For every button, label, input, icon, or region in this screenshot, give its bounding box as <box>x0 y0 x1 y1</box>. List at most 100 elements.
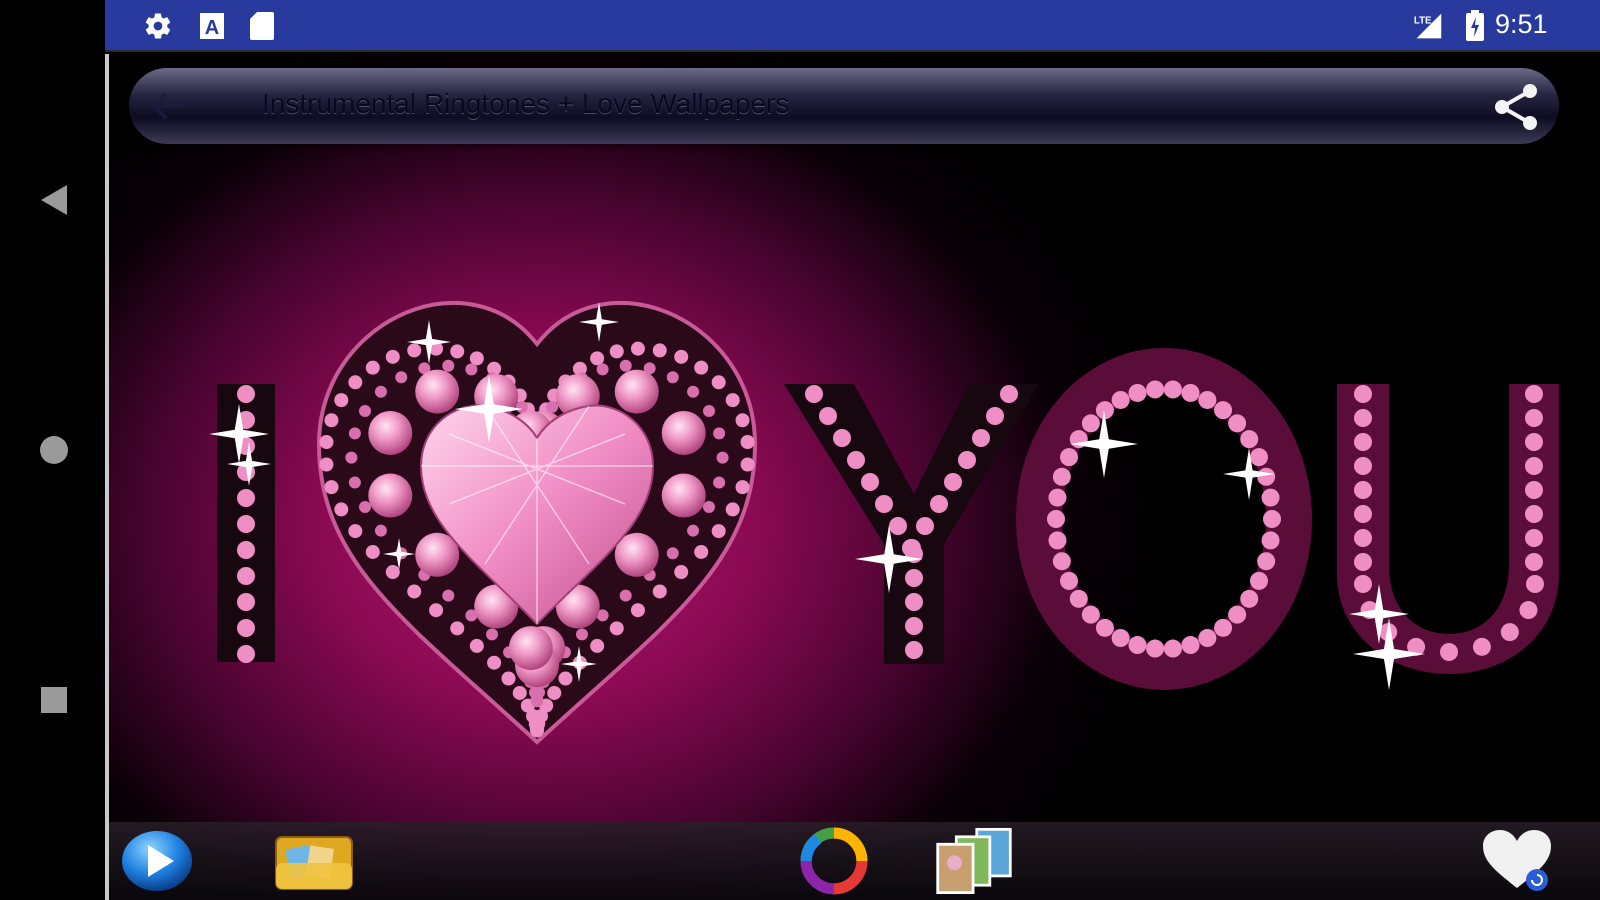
rhinestone <box>415 369 460 414</box>
rhinestone <box>630 603 645 618</box>
rhinestone <box>1261 531 1280 550</box>
rhinestone <box>986 407 1004 425</box>
rhinestone <box>1525 457 1543 475</box>
rhinestone <box>237 619 255 637</box>
gallery-folder-icon[interactable] <box>274 826 354 896</box>
back-triangle-icon[interactable] <box>38 184 70 216</box>
rhinestone <box>450 344 465 359</box>
rhinestone <box>528 686 541 699</box>
rhinestone <box>930 495 948 513</box>
recents-square-icon[interactable] <box>38 684 70 716</box>
rhinestone <box>1354 529 1372 547</box>
rhinestone <box>590 351 605 366</box>
rhinestone <box>652 584 667 599</box>
rhinestone <box>1249 571 1268 590</box>
rhinestone <box>237 567 255 585</box>
rhinestone <box>1081 414 1100 433</box>
love-wallpaper-artwork <box>209 300 1559 745</box>
home-circle-icon[interactable] <box>38 434 70 466</box>
rhinestone <box>450 621 465 636</box>
rhinestone <box>486 628 499 641</box>
letter-i <box>217 384 275 663</box>
rhinestone <box>546 400 559 413</box>
rhinestone <box>359 404 372 417</box>
rhinestone <box>469 351 484 366</box>
rhinestone <box>1257 552 1276 571</box>
rhinestone <box>674 349 689 364</box>
letter-u <box>1337 384 1559 674</box>
rhinestone <box>237 645 255 663</box>
rhinestone <box>558 671 573 686</box>
rhinestone <box>1354 575 1372 593</box>
rhinestone <box>1525 409 1543 427</box>
rhinestone <box>374 524 387 537</box>
rhinestone <box>630 341 645 356</box>
app-bar: Instrumental Ringtones + Love Wallpapers <box>129 68 1559 144</box>
rhinestone <box>319 435 334 450</box>
rhinestone <box>1525 481 1543 499</box>
back-arrow-icon[interactable] <box>151 88 187 124</box>
rhinestone <box>1198 629 1217 648</box>
rhinestone <box>385 349 400 364</box>
rhinestone <box>501 671 516 686</box>
svg-text:A: A <box>205 17 219 39</box>
rhinestone <box>847 451 865 469</box>
rhinestone <box>725 393 740 408</box>
rhinestone <box>590 638 605 653</box>
rhinestone <box>1500 623 1519 642</box>
rhinestone <box>687 524 700 537</box>
rhinestone <box>1525 433 1543 451</box>
rhinestone <box>740 435 755 450</box>
rhinestone <box>596 363 609 376</box>
color-ring-icon[interactable] <box>794 826 874 896</box>
rhinestone <box>365 360 380 375</box>
play-icon[interactable] <box>117 826 197 896</box>
rhinestone <box>1052 467 1071 486</box>
rhinestone <box>819 407 837 425</box>
status-bar: A LTE 9:51 <box>105 0 1600 52</box>
rhinestone <box>512 685 527 700</box>
rhinestone <box>237 385 255 403</box>
rhinestone <box>1095 618 1114 637</box>
diamond-heart <box>316 300 758 745</box>
photos-icon[interactable] <box>934 826 1014 896</box>
rhinestone <box>368 410 413 455</box>
rhinestone <box>1214 618 1233 637</box>
rhinestone <box>1228 605 1247 624</box>
rhinestone <box>237 541 255 559</box>
rhinestone <box>348 476 361 489</box>
rhinestone <box>1198 390 1217 409</box>
sd-card-icon <box>247 11 277 41</box>
rhinestone <box>1128 636 1147 655</box>
rhinestone <box>395 371 408 384</box>
rhinestone <box>515 400 528 413</box>
rhinestone <box>716 451 729 464</box>
rhinestone <box>359 500 372 513</box>
rhinestone <box>1354 385 1372 403</box>
rhinestone <box>972 429 990 447</box>
rhinestone <box>958 451 976 469</box>
rhinestone <box>1525 553 1543 571</box>
rhinestone <box>1525 385 1543 403</box>
share-icon[interactable] <box>1491 82 1541 132</box>
rhinestone <box>1111 390 1130 409</box>
rhinestone <box>666 371 679 384</box>
rhinestone <box>905 617 923 635</box>
rhinestone <box>1081 605 1100 624</box>
rhinestone <box>614 369 659 414</box>
rhinestone <box>711 375 726 390</box>
rhinestone <box>889 517 907 535</box>
rhinestone <box>1354 553 1372 571</box>
rhinestone <box>465 363 478 376</box>
settings-icon <box>143 11 173 41</box>
favorite-heart-icon[interactable] <box>1479 826 1559 896</box>
rhinestone <box>1249 448 1268 467</box>
rhinestone <box>1048 488 1067 507</box>
rhinestone <box>1261 488 1280 507</box>
rhinestone <box>1354 409 1372 427</box>
rhinestone <box>1069 589 1088 608</box>
rhinestone <box>661 473 706 518</box>
rhinestone <box>1526 575 1544 593</box>
rhinestone <box>429 603 444 618</box>
rhinestone <box>324 480 339 495</box>
